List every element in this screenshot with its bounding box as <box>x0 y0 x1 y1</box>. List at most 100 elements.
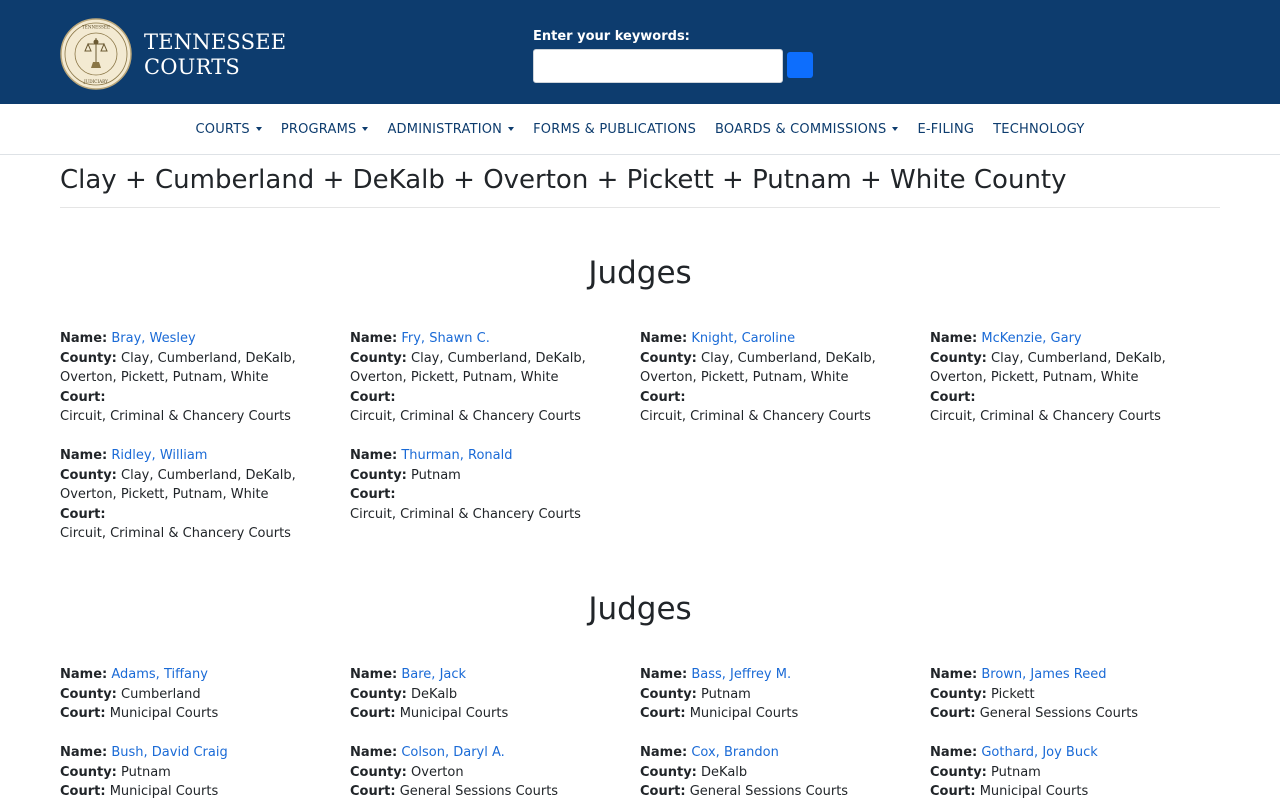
judge-county: Putnam <box>121 764 171 780</box>
county-label: County: <box>640 350 697 366</box>
nav-item-label: BOARDS & COMMISSIONS <box>715 121 887 137</box>
judge-card: Name: Ridley, William County: Clay, Cumb… <box>60 446 350 544</box>
chevron-down-icon <box>362 127 369 131</box>
court-label: Court: <box>350 784 396 799</box>
judge-card: Name: Adams, Tiffany County: Cumberland … <box>60 665 350 724</box>
judge-court: Municipal Courts <box>979 784 1089 799</box>
chevron-down-icon <box>892 127 899 131</box>
judge-name-link[interactable]: Colson, Daryl A. <box>401 745 504 760</box>
court-label: Court: <box>930 389 976 405</box>
name-label: Name: <box>350 331 398 346</box>
judge-card: Name: Thurman, Ronald County: Putnam Cou… <box>350 446 640 544</box>
name-label: Name: <box>640 331 688 346</box>
court-label: Court: <box>350 487 396 502</box>
judge-name-link[interactable]: Bray, Wesley <box>111 331 195 346</box>
nav-item-forms-publications[interactable]: FORMS & PUBLICATIONS <box>524 122 706 137</box>
judge-name-link[interactable]: Bass, Jeffrey M. <box>691 667 791 682</box>
court-label: Court: <box>640 784 686 799</box>
judge-name-link[interactable]: Bare, Jack <box>401 667 466 682</box>
nav-item-e-filing[interactable]: E-FILING <box>908 122 984 137</box>
court-label: Court: <box>640 389 686 405</box>
logo-line-1: TENNESSEE <box>144 30 287 54</box>
name-label: Name: <box>60 745 108 760</box>
search-button[interactable] <box>787 52 813 78</box>
county-label: County: <box>640 686 697 702</box>
county-label: County: <box>60 350 117 366</box>
judge-court: Circuit, Criminal & Chancery Courts <box>930 409 1161 424</box>
tennessee-judiciary-seal-logo[interactable]: TENNESSEE JUDICIARY <box>60 18 132 90</box>
judge-court: Circuit, Criminal & Chancery Courts <box>640 409 871 424</box>
judge-card: Name: Fry, Shawn C. County: Clay, Cumber… <box>350 329 640 427</box>
chevron-down-icon <box>255 127 262 131</box>
judge-county: Putnam <box>411 467 461 483</box>
judge-name-link[interactable]: Gothard, Joy Buck <box>981 745 1097 760</box>
name-label: Name: <box>60 331 108 346</box>
court-label: Court: <box>640 706 686 721</box>
nav-item-label: FORMS & PUBLICATIONS <box>533 121 697 137</box>
county-label: County: <box>350 350 407 366</box>
judge-county: DeKalb <box>411 686 458 702</box>
judge-card: Name: Knight, Caroline County: Clay, Cum… <box>640 329 930 427</box>
judge-grid: Name: Bray, Wesley County: Clay, Cumberl… <box>60 329 1220 544</box>
judge-grid: Name: Adams, Tiffany County: Cumberland … <box>60 665 1220 800</box>
name-label: Name: <box>350 745 398 760</box>
county-label: County: <box>350 686 407 702</box>
court-label: Court: <box>350 389 396 405</box>
judge-card: Name: Cox, Brandon County: DeKalb Court:… <box>640 743 930 800</box>
judge-name-link[interactable]: Knight, Caroline <box>691 331 795 346</box>
nav-item-label: TECHNOLOGY <box>993 121 1085 137</box>
nav-item-label: PROGRAMS <box>280 121 357 137</box>
nav-item-programs[interactable]: PROGRAMS <box>271 122 378 137</box>
site-logo-text[interactable]: TENNESSEE COURTS <box>144 30 286 80</box>
name-label: Name: <box>640 667 688 682</box>
judge-county: Pickett <box>991 686 1035 702</box>
judge-county: Putnam <box>991 764 1041 780</box>
judge-name-link[interactable]: Cox, Brandon <box>691 745 779 760</box>
page-title: Clay + Cumberland + DeKalb + Overton + P… <box>60 165 1067 195</box>
judge-card: Name: Bare, Jack County: DeKalb Court: M… <box>350 665 640 724</box>
judge-court: Circuit, Criminal & Chancery Courts <box>60 409 291 424</box>
judge-name-link[interactable]: Adams, Tiffany <box>111 667 208 682</box>
nav-item-courts[interactable]: COURTS <box>186 122 271 137</box>
logo-line-2: COURTS <box>144 55 241 79</box>
search-label: Enter your keywords: <box>533 29 690 44</box>
nav-item-technology[interactable]: TECHNOLOGY <box>984 122 1094 137</box>
svg-text:TENNESSEE: TENNESSEE <box>82 25 110 30</box>
judge-court: General Sessions Courts <box>689 784 849 799</box>
county-label: County: <box>60 686 117 702</box>
title-divider <box>60 207 1220 208</box>
nav-item-administration[interactable]: ADMINISTRATION <box>378 122 524 137</box>
judge-name-link[interactable]: McKenzie, Gary <box>981 331 1081 346</box>
judge-name-link[interactable]: Thurman, Ronald <box>401 448 512 463</box>
name-label: Name: <box>930 331 978 346</box>
nav-item-label: E-FILING <box>917 121 975 137</box>
section-heading-judges: Judges <box>588 591 692 627</box>
judge-court: Municipal Courts <box>399 706 509 721</box>
judge-county: Putnam <box>701 686 751 702</box>
judge-card: Name: Colson, Daryl A. County: Overton C… <box>350 743 640 800</box>
judge-card: Name: Bray, Wesley County: Clay, Cumberl… <box>60 329 350 427</box>
county-label: County: <box>350 764 407 780</box>
county-label: County: <box>60 764 117 780</box>
judge-county: Cumberland <box>121 686 201 702</box>
judge-card: Name: Bush, David Craig County: Putnam C… <box>60 743 350 800</box>
court-label: Court: <box>930 706 976 721</box>
nav-item-boards-commissions[interactable]: BOARDS & COMMISSIONS <box>706 122 908 137</box>
section-heading-judges: Judges <box>588 255 692 291</box>
judge-court: Circuit, Criminal & Chancery Courts <box>350 506 581 522</box>
judge-card: Name: Bass, Jeffrey M. County: Putnam Co… <box>640 665 930 724</box>
search-input[interactable] <box>533 49 783 83</box>
nav-item-label: COURTS <box>195 121 250 137</box>
court-label: Court: <box>60 706 106 721</box>
judge-court: Municipal Courts <box>689 706 799 721</box>
judge-name-link[interactable]: Ridley, William <box>111 448 207 463</box>
name-label: Name: <box>930 667 978 682</box>
name-label: Name: <box>60 667 108 682</box>
judge-name-link[interactable]: Bush, David Craig <box>111 745 227 760</box>
chevron-down-icon <box>508 127 515 131</box>
judge-name-link[interactable]: Brown, James Reed <box>981 667 1106 682</box>
judge-name-link[interactable]: Fry, Shawn C. <box>401 331 490 346</box>
county-label: County: <box>60 467 117 483</box>
name-label: Name: <box>350 448 398 463</box>
county-label: County: <box>930 764 987 780</box>
